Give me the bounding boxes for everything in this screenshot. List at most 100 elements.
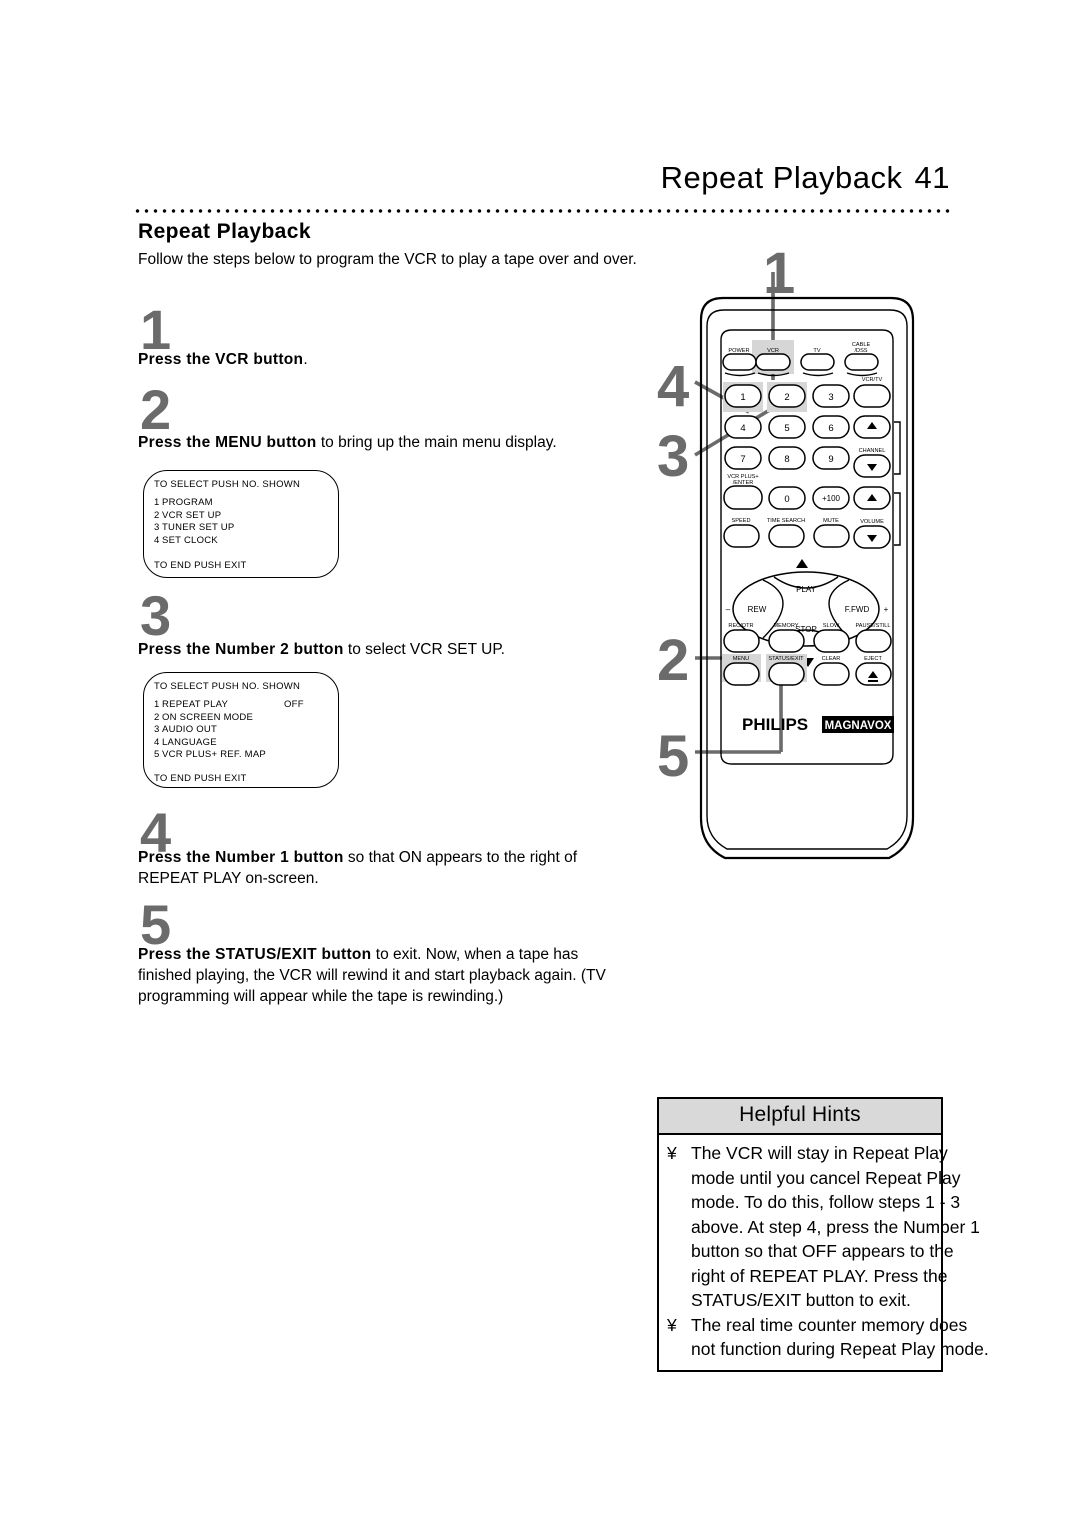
vcr-tv-button[interactable] <box>853 384 891 408</box>
cable-dss-button[interactable] <box>844 353 879 371</box>
hint-item: ¥ The VCR will stay in Repeat Play mode u… <box>665 1141 991 1313</box>
rew-button-label: REW <box>748 605 767 614</box>
vcr-tv-button-label: VCR/TV <box>862 377 883 383</box>
osd-vcr-setup-footer: TO END PUSH EXIT <box>154 773 247 785</box>
osd-vcr-setup-item: 1 REPEAT PLAY OFF <box>144 699 338 711</box>
osd-item-index: 2 <box>154 509 160 521</box>
hint-text: The real time counter memory does not fu… <box>691 1314 989 1360</box>
osd-vcr-setup-item: 3 AUDIO OUT <box>144 724 338 736</box>
menu-button[interactable] <box>723 662 760 686</box>
hint-text: The VCR will stay in Repeat Play mode un… <box>691 1143 980 1310</box>
pause-still-button[interactable] <box>855 629 892 653</box>
number-3-label: 3 <box>828 392 833 403</box>
osd-item-label: TUNER SET UP <box>162 522 235 534</box>
osd-vcr-setup-menu: TO SELECT PUSH NO. SHOWN 1 REPEAT PLAY OFF… <box>143 672 339 788</box>
remote-brand: PHILIPS MAGNAVOX <box>742 715 894 734</box>
manual-page: Repeat Playback 41 Repeat Playback Follow… <box>0 0 1080 1525</box>
osd-main-menu-item: 1 PROGRAM <box>144 497 338 509</box>
step-bold-3: Press the Number 2 button <box>138 641 344 658</box>
page-header-title: Repeat Playback <box>660 160 903 195</box>
osd-item-value: OFF <box>284 699 304 711</box>
osd-item-index: 3 <box>154 522 160 534</box>
section-intro: Follow the steps below to program the VC… <box>138 251 637 268</box>
step-number-2: 2 <box>140 378 172 441</box>
step-rest-2: to bring up the main menu display. <box>316 434 557 451</box>
number-8-label: 8 <box>784 454 789 465</box>
step-rest-3: to select VCR SET UP. <box>343 641 505 658</box>
osd-main-menu-item: 3 TUNER SET UP <box>144 522 338 534</box>
osd-item-index: 4 <box>154 534 160 546</box>
triangle-up-icon <box>796 559 808 568</box>
section-title: Repeat Playback <box>138 220 311 243</box>
brand-philips: PHILIPS <box>742 715 808 734</box>
step-bold-5: Press the STATUS/EXIT button <box>138 946 372 963</box>
step-text-4: Press the Number 1 button so that ON app… <box>138 847 630 889</box>
osd-item-label: ON SCREEN MODE <box>162 711 254 723</box>
slow-button-label: SLOW <box>823 623 840 629</box>
channel-label: CHANNEL <box>859 448 886 454</box>
clear-button[interactable] <box>813 662 850 686</box>
osd-item-label: VCR SET UP <box>162 509 222 521</box>
osd-item-index: 4 <box>154 736 160 748</box>
eject-bar-icon <box>868 680 878 682</box>
time-search-button[interactable] <box>768 524 805 548</box>
rec-otr-button[interactable] <box>723 629 760 653</box>
eject-button-label: EJECT <box>864 656 882 662</box>
helpful-hints-box: Helpful Hints ¥ The VCR will stay in Repe… <box>657 1097 989 1372</box>
cable-dss-button-label-line2: /DSS <box>854 348 867 354</box>
mute-button[interactable] <box>813 524 850 548</box>
tv-button[interactable] <box>800 353 835 371</box>
number-6-label: 6 <box>828 423 833 434</box>
minus-label: – <box>726 605 731 614</box>
clear-button-label: CLEAR <box>822 656 841 662</box>
osd-vcr-setup-item: 5 VCR PLUS+ REF. MAP <box>144 749 338 761</box>
hint-item: ¥ The real time counter memory does not f… <box>665 1313 991 1362</box>
osd-vcr-setup-item: 4 LANGUAGE <box>144 737 338 749</box>
osd-vcr-setup-item: 2 ON SCREEN MODE <box>144 712 338 724</box>
power-button[interactable] <box>722 353 757 371</box>
page-number: 41 <box>914 160 950 195</box>
remote-mode-row: POWER VCR TV CABLE /DSS <box>722 342 879 377</box>
status-exit-button-label: STATUS/EXIT <box>768 656 804 662</box>
number-4-label: 4 <box>740 423 745 434</box>
remote-control-illustration: 1 4 3 2 5 .bd { fill:none; stroke:#000; … <box>645 240 975 880</box>
osd-main-menu-list: 1 PROGRAM 2 VCR SET UP 3 TUNER SET UP 4 SET … <box>144 497 338 547</box>
osd-item-label: PROGRAM <box>162 497 213 509</box>
osd-vcr-setup-list: 1 REPEAT PLAY OFF 2 ON SCREEN MODE 3 AUDIO O… <box>144 699 338 761</box>
vcr-button[interactable] <box>755 353 791 371</box>
status-exit-button[interactable] <box>768 662 805 686</box>
osd-main-menu: TO SELECT PUSH NO. SHOWN 1 PROGRAM 2 VCR S… <box>143 470 339 578</box>
mute-button-label: MUTE <box>823 518 839 524</box>
hint-bullet-icon: ¥ <box>667 1314 677 1335</box>
osd-item-index: 1 <box>154 699 160 711</box>
remote-function-row: SPEED TIME SEARCH MUTE <box>723 518 850 548</box>
vcr-plus-label-line2: /ENTER <box>733 480 754 486</box>
page-header: Repeat Playback 41 <box>661 160 950 196</box>
tv-button-label: TV <box>813 348 820 354</box>
memory-button[interactable] <box>768 629 805 653</box>
helpful-hints-title: Helpful Hints <box>659 1099 941 1135</box>
step-text-1: Press the VCR button. <box>138 349 630 370</box>
ffwd-button-label: F.FWD <box>845 605 870 614</box>
osd-vcr-setup-header: TO SELECT PUSH NO. SHOWN <box>154 681 301 692</box>
rec-otr-button-label: REC/OTR <box>728 623 753 629</box>
speed-button[interactable] <box>723 524 760 548</box>
number-9-label: 9 <box>828 454 833 465</box>
osd-item-index: 3 <box>154 724 160 736</box>
number-2-label: 2 <box>784 392 789 403</box>
step-bold-2: Press the MENU button <box>138 434 317 451</box>
osd-item-index: 5 <box>154 749 160 761</box>
step-bold-4: Press the Number 1 button <box>138 849 344 866</box>
play-button-label: PLAY <box>796 585 817 594</box>
osd-item-index: 2 <box>154 711 160 723</box>
number-1-label: 1 <box>740 392 745 403</box>
vcr-plus-enter-button[interactable] <box>723 485 763 510</box>
step-bold-1: Press the VCR button <box>138 351 304 368</box>
brand-magnavox: MAGNAVOX <box>825 720 892 732</box>
number-5-label: 5 <box>784 423 789 434</box>
time-search-button-label: TIME SEARCH <box>767 518 805 524</box>
vcr-button-label: VCR <box>767 348 779 354</box>
volume-label: VOLUME <box>860 519 884 525</box>
hint-bullet-icon: ¥ <box>667 1143 677 1163</box>
slow-button[interactable] <box>813 629 850 653</box>
